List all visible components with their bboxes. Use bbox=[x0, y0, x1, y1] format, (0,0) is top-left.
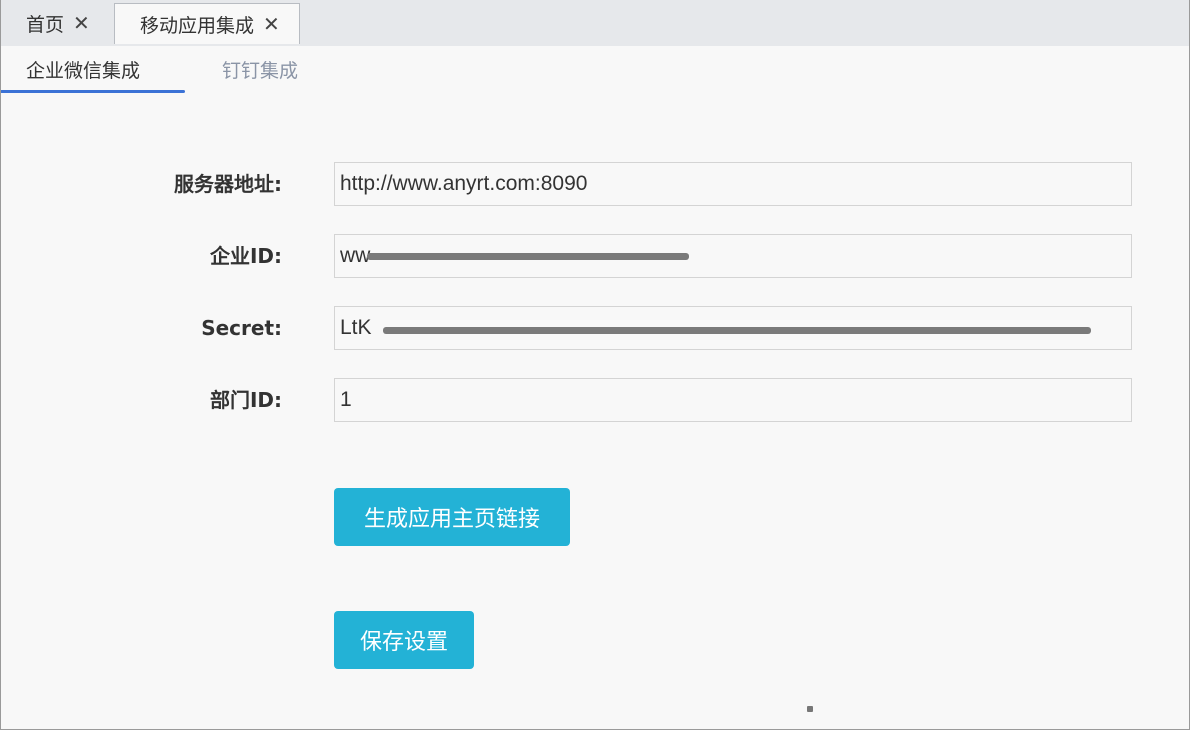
corp-id-input[interactable]: ww bbox=[334, 234, 1132, 278]
corp-id-value: ww bbox=[340, 244, 371, 267]
generate-homepage-link-button[interactable]: 生成应用主页链接 bbox=[334, 488, 570, 546]
department-id-input[interactable]: 1 bbox=[334, 378, 1132, 422]
tab-home-label: 首页 bbox=[26, 13, 65, 36]
subtab-wechat-work[interactable]: 企业微信集成 bbox=[26, 46, 140, 92]
server-address-label: 服务器地址: bbox=[174, 172, 282, 196]
subtab-dingtalk[interactable]: 钉钉集成 bbox=[222, 46, 298, 92]
server-address-value: http://www.anyrt.com:8090 bbox=[340, 172, 588, 195]
redaction-bar bbox=[383, 327, 1091, 334]
close-icon[interactable]: ✕ bbox=[73, 13, 90, 33]
top-tab-bar: 首页 ✕ 移动应用集成 ✕ bbox=[0, 0, 1190, 46]
tab-mobile-integration[interactable]: 移动应用集成 ✕ bbox=[114, 3, 300, 44]
secret-label: Secret: bbox=[201, 316, 282, 340]
corp-id-label: 企业ID: bbox=[209, 244, 282, 268]
department-id-value: 1 bbox=[340, 388, 352, 411]
close-icon[interactable]: ✕ bbox=[263, 14, 280, 34]
redaction-bar bbox=[367, 253, 689, 260]
server-address-input[interactable]: http://www.anyrt.com:8090 bbox=[334, 162, 1132, 206]
window-border bbox=[0, 0, 1190, 730]
secret-input[interactable]: LtK bbox=[334, 306, 1132, 350]
secret-value: LtK bbox=[340, 316, 372, 339]
department-id-label: 部门ID: bbox=[209, 388, 282, 412]
active-subtab-indicator bbox=[0, 90, 185, 93]
sub-tab-bar: 企业微信集成 钉钉集成 bbox=[0, 46, 1190, 94]
cursor-dot bbox=[807, 706, 813, 712]
tab-home[interactable]: 首页 ✕ bbox=[0, 0, 112, 46]
save-settings-button[interactable]: 保存设置 bbox=[334, 611, 474, 669]
tab-mobile-integration-label: 移动应用集成 bbox=[140, 14, 255, 37]
